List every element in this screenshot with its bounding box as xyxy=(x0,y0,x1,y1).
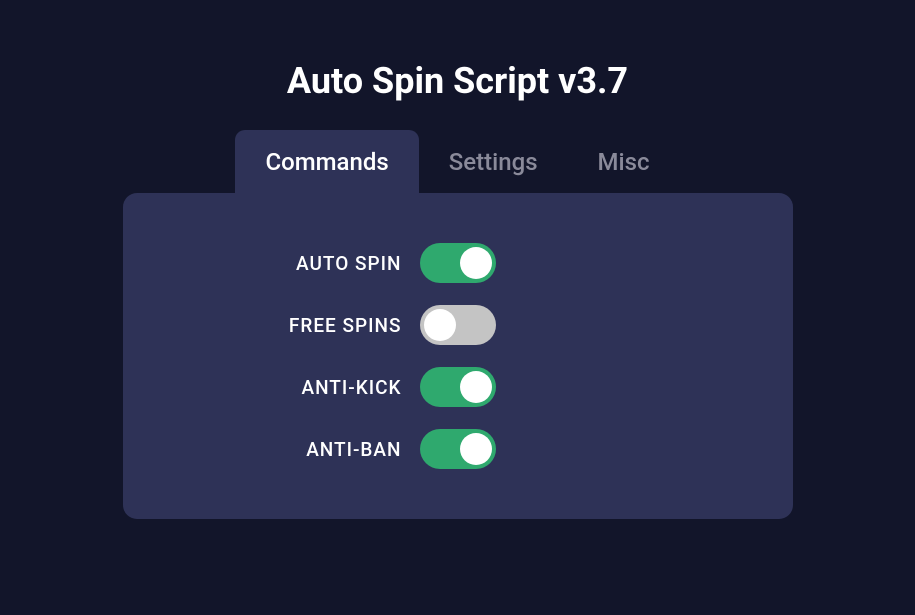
tab-commands[interactable]: Commands xyxy=(235,130,418,194)
setting-row-anti-ban: ANTI-BAN xyxy=(123,429,793,469)
toggle-knob xyxy=(460,371,492,403)
toggle-knob xyxy=(460,247,492,279)
toggle-anti-ban[interactable] xyxy=(420,429,496,469)
toggle-auto-spin[interactable] xyxy=(420,243,496,283)
tabs: Commands Settings Misc xyxy=(235,130,679,194)
tab-settings[interactable]: Settings xyxy=(419,130,568,194)
setting-row-free-spins: FREE SPINS xyxy=(123,305,793,345)
settings-panel: AUTO SPIN FREE SPINS ANTI-KICK ANTI-BAN xyxy=(123,193,793,519)
tab-misc[interactable]: Misc xyxy=(568,130,680,194)
setting-label: ANTI-BAN xyxy=(202,438,402,461)
page-title: Auto Spin Script v3.7 xyxy=(287,60,628,102)
toggle-anti-kick[interactable] xyxy=(420,367,496,407)
setting-row-anti-kick: ANTI-KICK xyxy=(123,367,793,407)
setting-row-auto-spin: AUTO SPIN xyxy=(123,243,793,283)
setting-label: FREE SPINS xyxy=(202,314,402,337)
setting-label: ANTI-KICK xyxy=(202,376,402,399)
toggle-knob xyxy=(424,309,456,341)
setting-label: AUTO SPIN xyxy=(202,252,402,275)
toggle-free-spins[interactable] xyxy=(420,305,496,345)
toggle-knob xyxy=(460,433,492,465)
